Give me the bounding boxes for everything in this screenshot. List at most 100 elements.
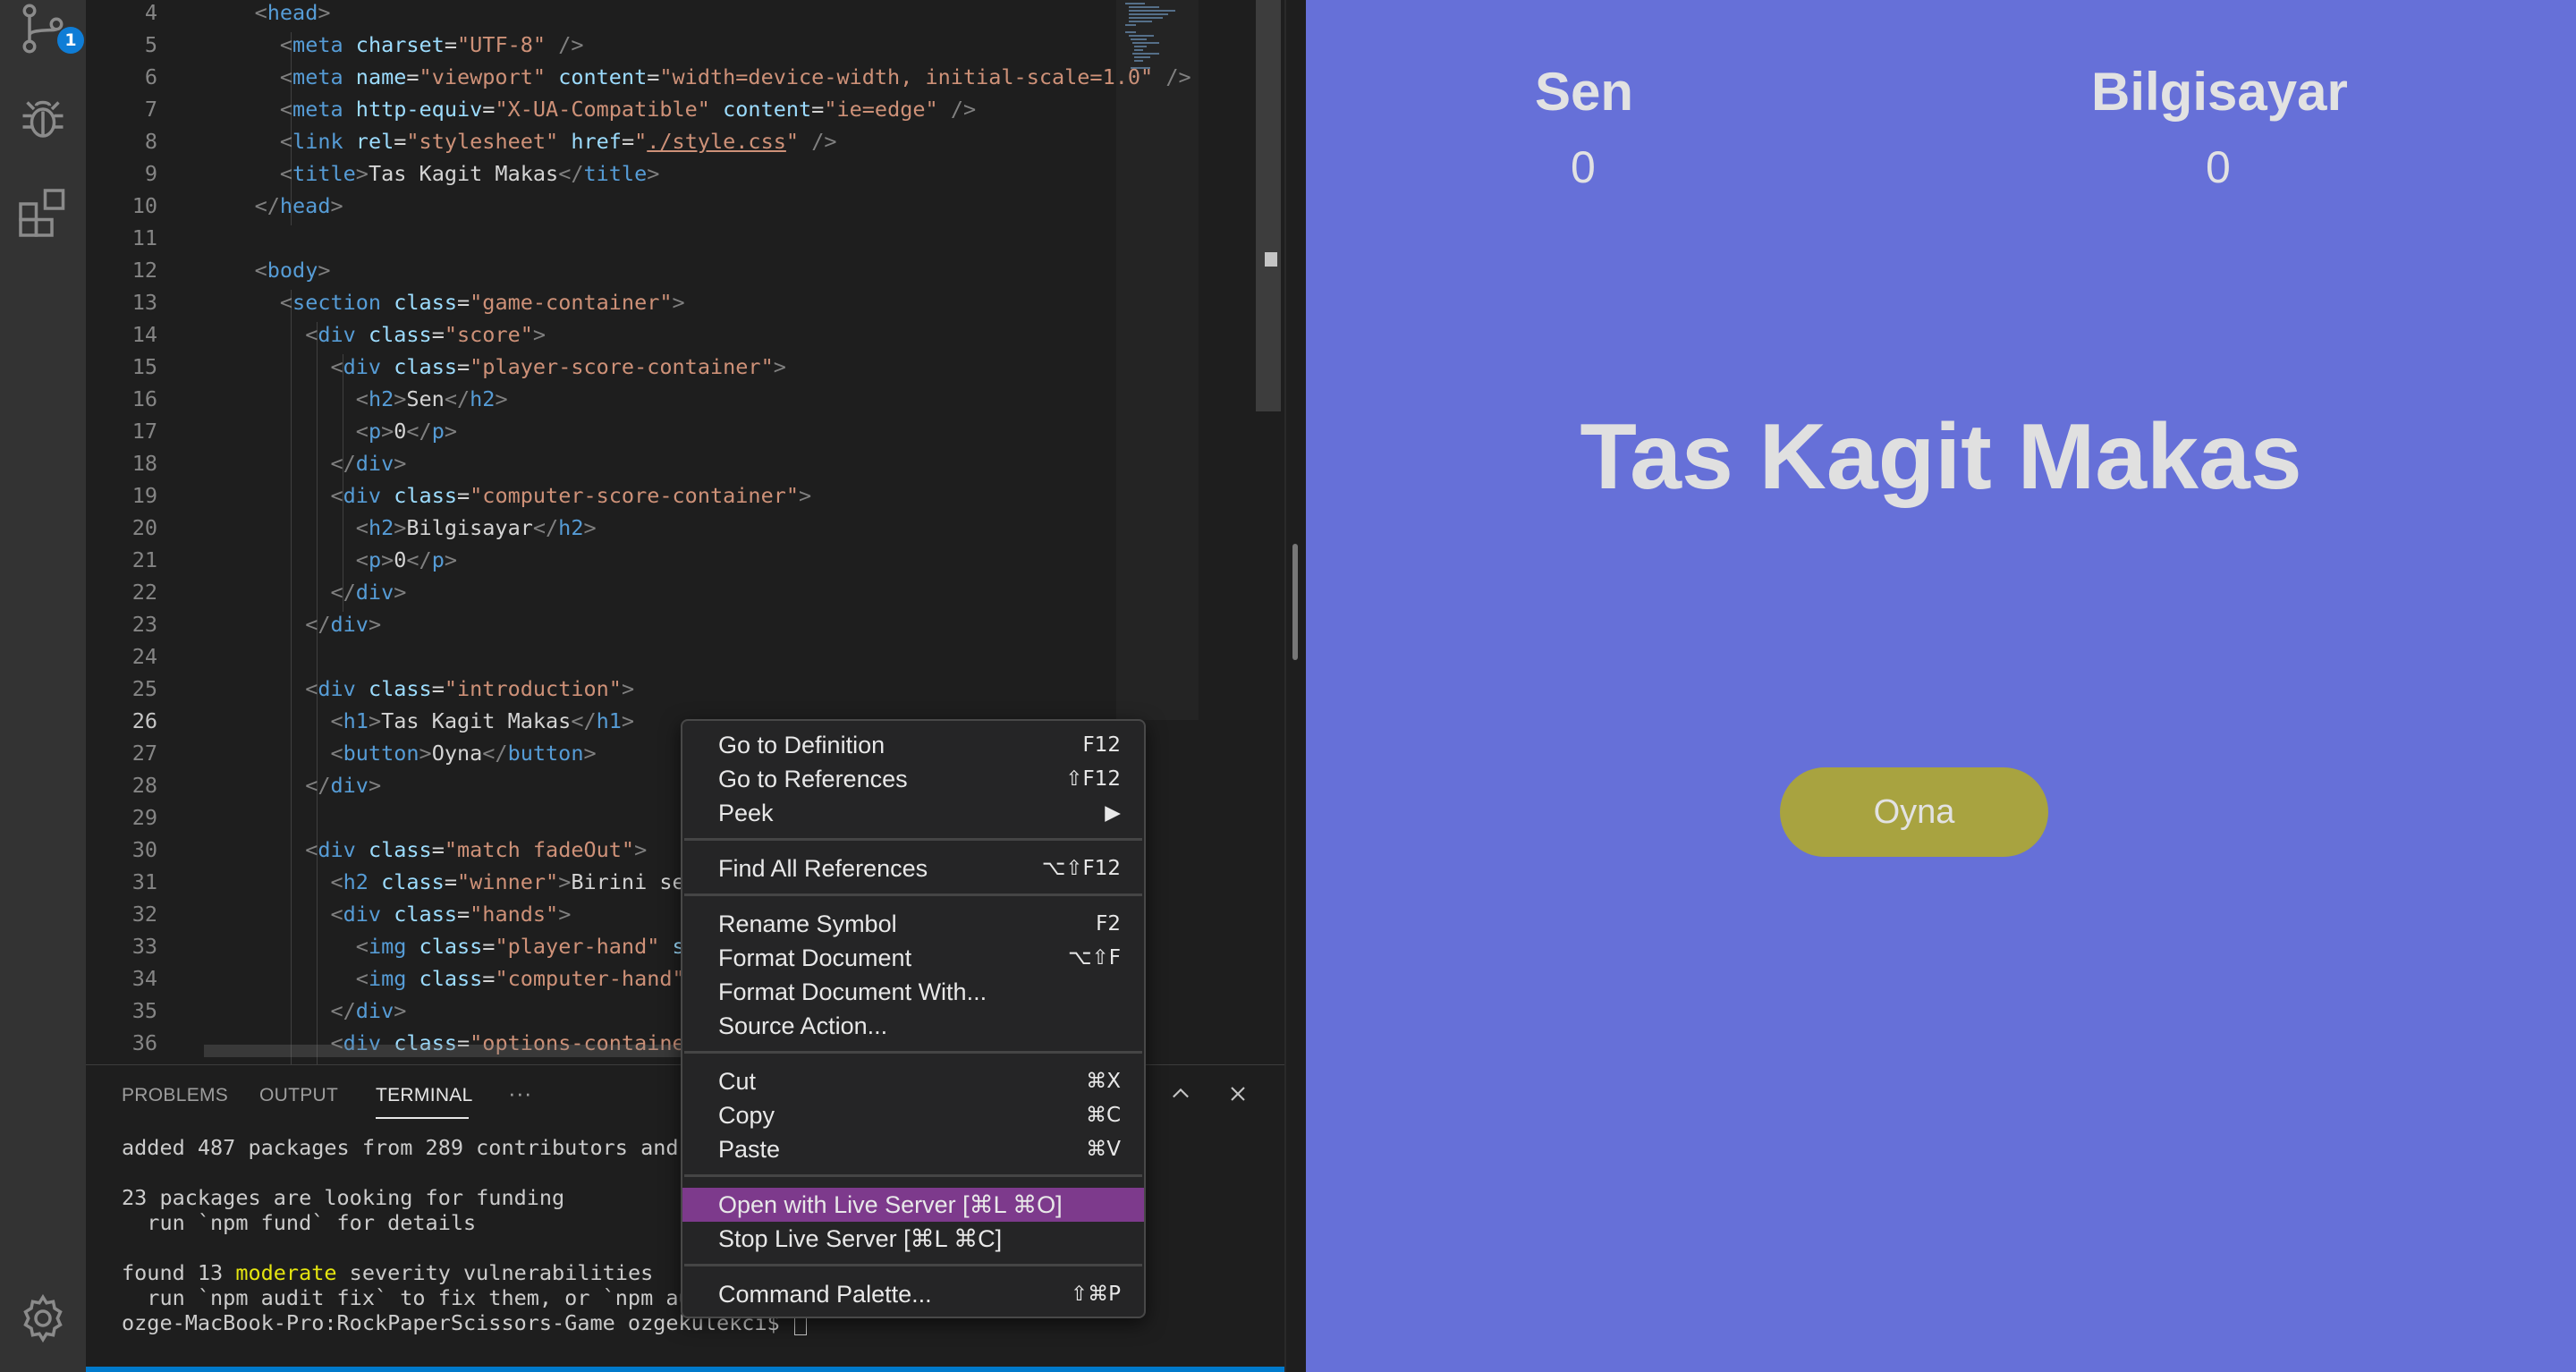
code-text: <p>0</p> xyxy=(355,419,458,444)
code-line[interactable]: 17 <p>0</p> xyxy=(86,415,1284,447)
line-number: 16 xyxy=(131,386,157,411)
menu-separator xyxy=(684,838,1142,841)
scrollbar-cursor-marker xyxy=(1265,252,1277,267)
close-panel-icon[interactable] xyxy=(1225,1081,1250,1111)
tab-terminal[interactable]: TERMINAL xyxy=(376,1085,473,1106)
source-control-icon[interactable]: 1 xyxy=(16,2,84,55)
settings-gear-icon[interactable] xyxy=(16,1292,70,1345)
computer-score-label: Bilgisayar xyxy=(2091,62,2348,122)
menu-item-shortcut: ⌘X xyxy=(1086,1070,1121,1093)
menu-item-shortcut: ⇧⌘P xyxy=(1070,1283,1121,1306)
line-number: 32 xyxy=(131,902,157,927)
code-text: <meta name="viewport" content="width=dev… xyxy=(279,64,1191,89)
code-line[interactable]: 10 </head> xyxy=(86,190,1284,222)
menu-item-cut[interactable]: Cut ⌘X xyxy=(682,1064,1144,1098)
code-line[interactable]: 9 <title>Tas Kagit Makas</title> xyxy=(86,157,1284,190)
code-line[interactable]: 15 <div class="player-score-container"> xyxy=(86,351,1284,383)
code-line[interactable]: 16 <h2>Sen</h2> xyxy=(86,383,1284,415)
code-text: <link rel="stylesheet" href="./style.css… xyxy=(279,129,837,154)
line-number: 24 xyxy=(131,644,157,669)
line-number: 6 xyxy=(144,64,157,89)
menu-item-label: Copy xyxy=(718,1102,775,1129)
menu-item-shortcut: F12 xyxy=(1082,733,1122,757)
line-number: 15 xyxy=(131,354,157,379)
tab-problems[interactable]: PROBLEMS xyxy=(122,1085,228,1106)
menu-item-find-all-references[interactable]: Find All References ⌥⇧F12 xyxy=(682,851,1144,885)
maximize-panel-icon[interactable] xyxy=(1168,1081,1193,1111)
menu-item-go-to-references[interactable]: Go to References ⇧F12 xyxy=(682,762,1144,796)
code-text: <div class="player-score-container"> xyxy=(330,354,786,379)
menu-item-label: Cut xyxy=(718,1068,757,1095)
terminal-line: run `npm audit fix` to fix them, or `npm… xyxy=(122,1285,691,1310)
code-text: <meta charset="UTF-8" /> xyxy=(279,32,584,57)
line-number: 34 xyxy=(131,966,157,991)
menu-item-shortcut: ⌥⇧F12 xyxy=(1041,857,1121,880)
code-line[interactable]: 8 <link rel="stylesheet" href="./style.c… xyxy=(86,125,1284,157)
menu-item-peek[interactable]: Peek ▶ xyxy=(682,796,1144,830)
code-line[interactable]: 21 <p>0</p> xyxy=(86,544,1284,576)
menu-item-label: Rename Symbol xyxy=(718,910,897,937)
code-text: <h2>Sen</h2> xyxy=(355,386,508,411)
line-number: 7 xyxy=(144,97,157,122)
menu-item-shortcut: ⌘V xyxy=(1086,1138,1121,1161)
menu-item-shortcut: ⇧F12 xyxy=(1065,767,1121,791)
status-bar xyxy=(86,1367,1284,1372)
extensions-icon[interactable] xyxy=(16,186,70,240)
code-text: <title>Tas Kagit Makas</title> xyxy=(279,161,660,186)
menu-item-go-to-definition[interactable]: Go to Definition F12 xyxy=(682,728,1144,762)
editor-scrollbar[interactable] xyxy=(1256,0,1281,411)
code-line[interactable]: 23 </div> xyxy=(86,608,1284,640)
code-line[interactable]: 20 <h2>Bilgisayar</h2> xyxy=(86,512,1284,544)
menu-item-stop-live-server[interactable]: Stop Live Server [⌘L ⌘C] xyxy=(682,1222,1144,1256)
menu-item-copy[interactable]: Copy ⌘C xyxy=(682,1098,1144,1132)
code-text: <div class="match fadeOut"> xyxy=(305,837,648,862)
code-text: <h2>Bilgisayar</h2> xyxy=(355,515,597,540)
menu-item-paste[interactable]: Paste ⌘V xyxy=(682,1132,1144,1166)
menu-item-source-action[interactable]: Source Action... xyxy=(682,1009,1144,1043)
line-number: 11 xyxy=(131,225,157,250)
code-text: <head> xyxy=(254,0,331,25)
menu-item-label: Find All References xyxy=(718,855,928,882)
code-text: <body> xyxy=(254,258,331,283)
menu-separator xyxy=(684,1051,1142,1054)
menu-item-rename-symbol[interactable]: Rename Symbol F2 xyxy=(682,907,1144,941)
code-line[interactable]: 7 <meta http-equiv="X-UA-Compatible" con… xyxy=(86,93,1284,125)
code-line[interactable]: 19 <div class="computer-score-container"… xyxy=(86,479,1284,512)
menu-item-command-palette[interactable]: Command Palette... ⇧⌘P xyxy=(682,1277,1144,1311)
code-line[interactable]: 6 <meta name="viewport" content="width=d… xyxy=(86,61,1284,93)
minimap-slider[interactable] xyxy=(1116,0,1199,720)
tab-output[interactable]: OUTPUT xyxy=(259,1085,338,1106)
menu-item-label: Go to Definition xyxy=(718,732,886,758)
line-number: 25 xyxy=(131,676,157,701)
activity-bar: 1 xyxy=(0,0,86,1372)
window-splitter[interactable] xyxy=(1284,0,1308,1372)
code-line[interactable]: 11 xyxy=(86,222,1284,254)
line-number: 35 xyxy=(131,998,157,1023)
code-line[interactable]: 5 <meta charset="UTF-8" /> xyxy=(86,29,1284,61)
code-line[interactable]: 25 <div class="introduction"> xyxy=(86,673,1284,705)
code-line[interactable]: 24 xyxy=(86,640,1284,673)
line-number: 27 xyxy=(131,741,157,766)
more-actions-icon[interactable]: ··· xyxy=(508,1080,532,1107)
code-text: <div class="introduction"> xyxy=(305,676,635,701)
debug-icon[interactable] xyxy=(16,91,70,145)
line-number: 19 xyxy=(131,483,157,508)
code-line[interactable]: 22 </div> xyxy=(86,576,1284,608)
play-button[interactable]: Oyna xyxy=(1780,767,2048,857)
code-line[interactable]: 18 </div> xyxy=(86,447,1284,479)
code-text: </div> xyxy=(305,612,382,637)
menu-item-label: Stop Live Server [⌘L ⌘C] xyxy=(718,1225,1003,1252)
menu-item-format-document-with[interactable]: Format Document With... xyxy=(682,975,1144,1009)
code-line[interactable]: 12 <body> xyxy=(86,254,1284,286)
splitter-handle[interactable] xyxy=(1292,544,1298,660)
menu-item-format-document[interactable]: Format Document ⌥⇧F xyxy=(682,941,1144,975)
code-line[interactable]: 4 <head> xyxy=(86,0,1284,29)
menu-item-label: Paste xyxy=(718,1136,781,1163)
minimap[interactable] xyxy=(1123,0,1177,72)
menu-separator xyxy=(684,893,1142,896)
line-number: 14 xyxy=(131,322,157,347)
line-number: 8 xyxy=(144,129,157,154)
menu-item-open-with-live-server[interactable]: Open with Live Server [⌘L ⌘O] xyxy=(682,1188,1144,1222)
code-line[interactable]: 13 <section class="game-container"> xyxy=(86,286,1284,318)
code-line[interactable]: 14 <div class="score"> xyxy=(86,318,1284,351)
